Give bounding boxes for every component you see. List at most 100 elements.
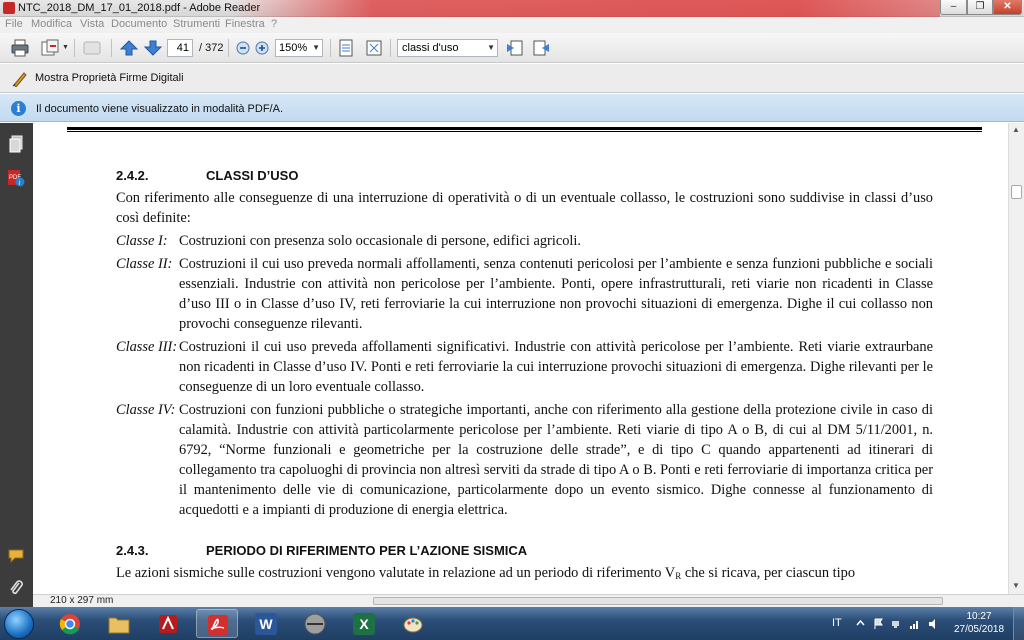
title-bar-overlay [230,0,940,17]
taskbar-app-adobe-reader[interactable] [196,609,238,638]
attachments-pdf-icon[interactable]: PDF i [7,169,25,187]
horizontal-scrollbar[interactable] [233,596,973,606]
menu-strumenti[interactable]: Strumenti [173,18,220,30]
excel-icon: X [353,613,375,635]
start-button[interactable] [4,609,34,639]
find-next-icon[interactable] [531,39,551,57]
language-indicator[interactable]: IT [832,617,842,629]
horizontal-scrollbar-thumb[interactable] [373,597,943,605]
word-icon: W [255,613,277,635]
scroll-down-icon[interactable]: ▼ [1012,581,1020,590]
scrollbar-thumb[interactable] [1011,185,1022,199]
pdfa-info-bar: i Il documento viene visualizzato in mod… [0,94,1024,122]
taskbar-app-chrome[interactable] [49,609,91,638]
folder-icon [108,617,130,634]
class-name: Classe III: [116,339,178,355]
class-item: Classe I: Costruzioni con presenza solo … [116,231,933,251]
menu-file[interactable]: File [5,18,23,30]
class-name: Classe IV: [116,402,176,418]
clock-time: 10:27 [966,611,992,622]
full-screen-icon[interactable] [364,39,384,57]
taskbar-app-explorer[interactable] [98,609,140,638]
vertical-scrollbar[interactable]: ▲ ▼ [1008,123,1024,594]
paragraph-text-continued: che si ricava, per ciascun tipo [681,565,856,581]
pdfa-info-text: Il documento viene visualizzato in modal… [36,103,284,115]
page-size: 210 x 297 mm [50,595,114,606]
class-description: Costruzioni con funzioni pubbliche o str… [179,402,933,518]
page-thumbnails-icon[interactable] [7,135,25,153]
title-bar: NTC_2018_DM_17_01_2018.pdf - Adobe Reade… [0,0,1024,17]
taskbar-app-pro[interactable] [294,609,336,638]
show-desktop-button[interactable] [1013,607,1024,640]
class-item: Classe II: Costruzioni il cui uso preved… [116,254,933,334]
signal-icon[interactable] [909,618,920,629]
class-name: Classe II: [116,256,173,272]
document-page: 2.4.2. CLASSI D’USO Con riferimento alle… [116,168,933,586]
next-page-icon[interactable] [143,39,163,57]
menu-bar: File Modifica Vista Documento Strumenti … [0,17,1024,33]
chevron-down-icon: ▼ [312,43,320,52]
zoom-value: 150% [279,42,308,54]
class-item: Classe IV: Costruzioni con funzioni pubb… [116,400,933,520]
tray-expand-icon[interactable] [855,618,866,629]
toolbar-separator [390,39,391,57]
section-heading: 2.4.3. PERIODO DI RIFERIMENTO PER L’AZIO… [116,543,933,563]
taskbar-app-excel[interactable]: X [343,609,385,638]
flag-icon[interactable] [873,618,884,629]
clock[interactable]: 10:27 27/05/2018 [949,610,1009,636]
minimize-button[interactable]: – [940,0,967,15]
toolbar-separator [74,39,75,57]
intro-paragraph: Con riferimento alle conseguenze di una … [116,190,933,226]
find-input[interactable]: classi d'uso ▼ [397,39,498,57]
paperclip-icon[interactable] [7,579,25,597]
section-number: 2.4.3. [116,543,149,558]
taskbar-app-word[interactable]: W [245,609,287,638]
toolbar: ▼ 41 / 372 150% ▼ classi d'uso ▼ [0,33,1024,63]
maximize-button[interactable]: ❐ [967,0,993,15]
share-icon[interactable] [40,39,60,57]
window-title: NTC_2018_DM_17_01_2018.pdf - Adobe Reade… [18,2,261,14]
acrobat-tool-icon [159,615,177,633]
page-top-rule [67,127,982,132]
menu-documento[interactable]: Documento [111,18,167,30]
status-bar: 210 x 297 mm [33,594,1024,607]
class-name: Classe I: [116,233,168,249]
section-number: 2.4.2. [116,168,149,183]
navigation-panel: PDF i [0,123,33,607]
cloud-icon[interactable] [82,39,102,57]
section-heading: 2.4.2. CLASSI D’USO [116,168,933,188]
page-number-input[interactable]: 41 [167,39,193,57]
taskbar-app-acrobat-tool[interactable] [147,609,189,638]
find-value: classi d'uso [402,42,459,54]
share-dropdown-icon[interactable]: ▼ [62,44,69,51]
document-viewer[interactable]: 2.4.2. CLASSI D’USO Con riferimento alle… [33,123,1008,594]
signature-bar: Mostra Proprietà Firme Digitali [0,64,1024,93]
menu-help[interactable]: ? [271,18,277,30]
adobe-reader-icon [3,2,15,14]
menu-vista[interactable]: Vista [80,18,104,30]
chevron-down-icon: ▼ [487,43,495,52]
volume-icon[interactable] [928,618,939,629]
menu-finestra[interactable]: Finestra [225,18,265,30]
find-previous-icon[interactable] [505,39,525,57]
scroll-up-icon[interactable]: ▲ [1012,125,1020,134]
print-icon[interactable] [10,39,30,57]
taskbar-app-paint[interactable] [392,609,434,638]
previous-page-icon[interactable] [119,39,139,57]
zoom-out-icon[interactable] [233,39,253,57]
zoom-in-icon[interactable] [252,39,272,57]
paint-icon [403,617,423,633]
close-button[interactable]: ✕ [993,0,1022,15]
toolbar-separator [111,39,112,57]
class-description: Costruzioni il cui uso preveda affollame… [179,339,933,395]
comments-icon[interactable] [7,547,25,565]
show-signature-properties-button[interactable]: Mostra Proprietà Firme Digitali [35,72,184,84]
page-total: / 372 [199,42,224,54]
network-icon[interactable] [891,618,902,629]
signature-pen-icon [12,72,27,87]
fit-page-icon[interactable] [336,39,356,57]
clock-date: 27/05/2018 [953,624,1005,635]
section-title: PERIODO DI RIFERIMENTO PER L’AZIONE SISM… [206,543,528,558]
zoom-select[interactable]: 150% ▼ [275,39,323,57]
menu-modifica[interactable]: Modifica [31,18,72,30]
